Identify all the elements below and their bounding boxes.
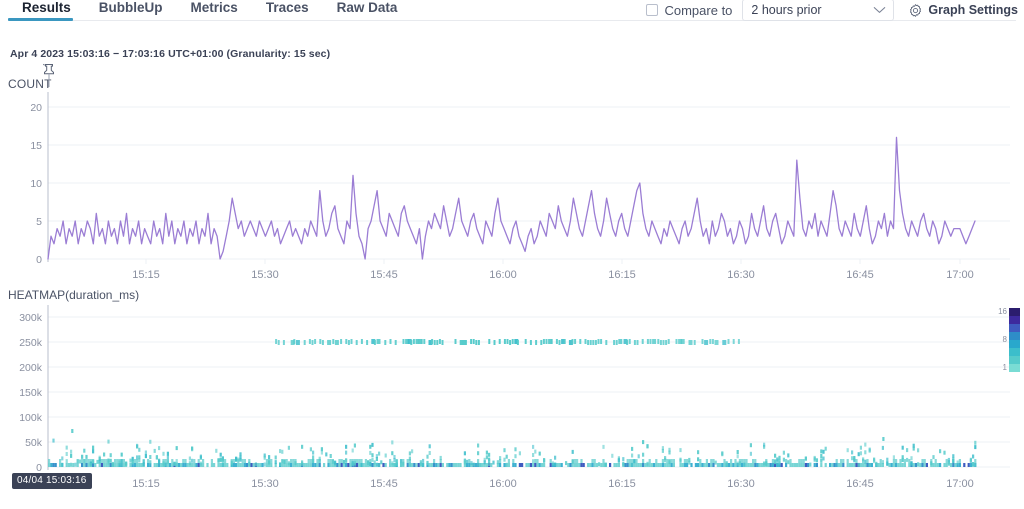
heat-xtick-4: 16:00 (489, 478, 517, 490)
legend-swatch-6 (1009, 356, 1020, 364)
tab-results[interactable]: Results (8, 0, 85, 25)
time-range-header: Apr 4 2023 15:03:16 − 17:03:16 UTC+01:00… (10, 48, 330, 60)
tab-raw-data[interactable]: Raw Data (323, 0, 412, 25)
count-xtick-6: 16:30 (727, 269, 755, 278)
gear-icon (908, 3, 923, 18)
graph-toolbar: Compare to 2 hours prior Graph Settings (646, 0, 1018, 20)
heat-ytick-300k: 300k (19, 312, 43, 324)
heat-ytick-150k: 150k (19, 387, 43, 399)
compare-to-control[interactable]: Compare to (646, 3, 732, 18)
heat-xtick-8: 17:00 (946, 478, 974, 490)
active-tab-indicator (8, 18, 73, 21)
heat-xtick-7: 16:45 (846, 478, 874, 490)
legend-tick-min: 1 (1003, 364, 1007, 372)
tab-bubbleup[interactable]: BubbleUp (85, 0, 177, 25)
legend-swatch-5 (1009, 348, 1020, 356)
top-tab-bar: Results BubbleUp Metrics Traces Raw Data… (0, 0, 1024, 27)
graph-results-page: Results BubbleUp Metrics Traces Raw Data… (0, 0, 1024, 509)
tab-metrics-label: Metrics (191, 0, 238, 15)
cursor-time-badge: 04/04 15:03:16 (12, 473, 92, 489)
tab-traces[interactable]: Traces (252, 0, 323, 25)
tab-bubbleup-label: BubbleUp (99, 0, 163, 15)
legend-swatch-0 (1009, 308, 1020, 316)
graph-settings-label: Graph Settings (928, 3, 1018, 17)
heatmap-panel-label: HEATMAP(duration_ms) (8, 288, 139, 302)
count-xtick-8: 17:00 (946, 269, 974, 278)
heat-ytick-250k: 250k (19, 337, 43, 349)
legend-swatch-2 (1009, 324, 1020, 332)
legend-swatch-3 (1009, 332, 1020, 340)
legend-swatch-4 (1009, 340, 1020, 348)
compare-range-select[interactable]: 2 hours prior (742, 0, 894, 21)
count-xtick-1: 15:15 (132, 269, 160, 278)
heat-xtick-5: 16:15 (608, 478, 636, 490)
count-xtick-2: 15:30 (251, 269, 279, 278)
legend-tick-column: 16 8 1 (991, 308, 1007, 372)
pin-icon[interactable] (41, 62, 57, 88)
compare-to-checkbox[interactable] (646, 4, 658, 16)
count-ytick-10: 10 (30, 178, 42, 190)
heatmap-x-axis: 15:15 15:30 15:45 16:00 16:15 16:30 16:4… (132, 478, 974, 490)
count-line-chart[interactable]: 20 15 10 5 0 15:15 15:30 15:45 16:00 16:… (0, 92, 1024, 278)
tab-results-label: Results (22, 0, 71, 15)
tab-traces-label: Traces (266, 0, 309, 15)
heat-xtick-3: 15:45 (370, 478, 398, 490)
legend-swatch-1 (1009, 316, 1020, 324)
heat-xtick-6: 16:30 (727, 478, 755, 490)
tab-list: Results BubbleUp Metrics Traces Raw Data (8, 0, 411, 25)
legend-tick-mid: 8 (1003, 336, 1007, 344)
legend-swatch-column (1009, 308, 1020, 372)
count-xtick-4: 16:00 (489, 269, 517, 278)
heatmap-cells (48, 339, 976, 467)
heat-ytick-50k: 50k (25, 437, 43, 449)
graph-settings-button[interactable]: Graph Settings (908, 3, 1018, 18)
heat-ytick-100k: 100k (19, 412, 43, 424)
heatmap-legend: 16 8 1 (991, 308, 1020, 372)
count-ytick-15: 15 (30, 140, 42, 152)
count-series-path (48, 137, 975, 259)
chevron-down-icon (873, 6, 886, 14)
legend-tick-max: 16 (998, 308, 1007, 316)
heat-xtick-1: 15:15 (132, 478, 160, 490)
compare-range-value: 2 hours prior (751, 3, 821, 17)
legend-swatch-7 (1009, 364, 1020, 372)
count-ytick-5: 5 (36, 216, 42, 228)
count-x-axis: 15:15 15:30 15:45 16:00 16:15 16:30 16:4… (132, 259, 974, 278)
tab-metrics[interactable]: Metrics (177, 0, 252, 25)
count-ytick-0: 0 (36, 254, 42, 266)
count-xtick-3: 15:45 (370, 269, 398, 278)
heat-xtick-2: 15:30 (251, 478, 279, 490)
tab-raw-data-label: Raw Data (337, 0, 398, 15)
count-xtick-7: 16:45 (846, 269, 874, 278)
compare-to-label: Compare to (664, 3, 732, 18)
count-xtick-5: 16:15 (608, 269, 636, 278)
heat-ytick-200k: 200k (19, 362, 43, 374)
heatmap-chart[interactable]: 300k 250k 200k 150k 100k 50k 0 15:15 15:… (0, 305, 1024, 495)
count-ytick-20: 20 (30, 102, 42, 114)
